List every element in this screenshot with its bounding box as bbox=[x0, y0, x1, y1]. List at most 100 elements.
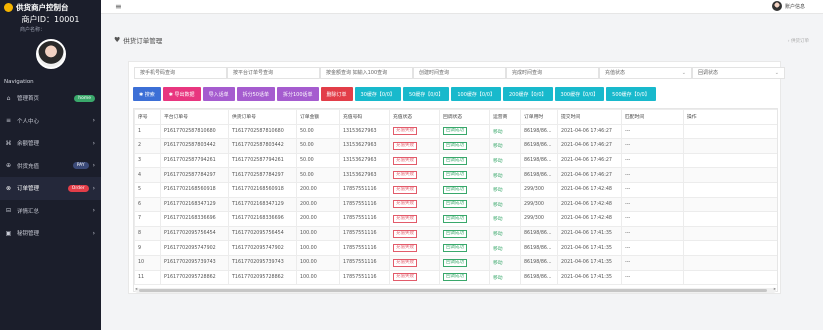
table-cell: --- bbox=[621, 196, 684, 213]
table-cell bbox=[683, 254, 777, 271]
scroll-right-icon[interactable]: ▸ bbox=[774, 287, 776, 292]
table-cell: 2021-04-06 17:41:35 bbox=[557, 254, 622, 271]
table-cell: 200.00 bbox=[296, 211, 340, 227]
table-cell: T1617702587810680 bbox=[228, 123, 297, 140]
table-cell bbox=[683, 211, 777, 227]
table-cell: 100.00 bbox=[296, 225, 340, 242]
avatar[interactable] bbox=[35, 39, 66, 69]
table-cell: 3 bbox=[134, 152, 161, 169]
sidebar-item-profile[interactable]: ≡ 个人中心 › bbox=[0, 110, 101, 133]
sidebar-item-home[interactable]: ⌂ 管理首页 home bbox=[0, 87, 101, 110]
table-cell: 2021-04-06 17:42:48 bbox=[557, 181, 622, 198]
create-time-input[interactable]: 创建时间查询 bbox=[413, 67, 506, 79]
page-header: ♥ 供货订单管理 › 供货订单 bbox=[101, 30, 823, 50]
table-row[interactable]: 9 P1617702095747902 T1617702095747902 100.0… bbox=[134, 240, 777, 256]
cache-30-button[interactable]: 30缓存【0/0】 bbox=[354, 87, 401, 101]
amount-input[interactable]: 按金额查询 如输入100查询 bbox=[320, 67, 413, 79]
table-row[interactable]: 2 P1617702587803442 T1617702587803442 50.00… bbox=[134, 138, 777, 154]
platform-order-input[interactable]: 按平台订单号查询 bbox=[227, 67, 320, 79]
table-row[interactable]: 10 P1617702095739743 T1617702095739743 100.… bbox=[134, 254, 777, 271]
table-cell: 充值失败 bbox=[389, 123, 440, 140]
orders-table-wrap: 序号 平台订单号 供货订单号 订单金额 充值号码 充值状态 回调状态 运营商 订单用时 提交时间匹… bbox=[133, 108, 778, 292]
table-cell: 2021-04-06 17:46:27 bbox=[557, 138, 622, 154]
table-cell: 86198/86... bbox=[520, 138, 558, 154]
table-cell: P1617702587784297 bbox=[160, 167, 229, 183]
cache-100-button[interactable]: 100缓存【0/0】 bbox=[451, 87, 501, 101]
table-cell: 回调成功 bbox=[439, 167, 490, 183]
split-50-button[interactable]: 拆分50话单 bbox=[236, 87, 275, 101]
recharge-status-badge: 充值失败 bbox=[393, 171, 417, 180]
wallet-icon: ⌘ bbox=[5, 139, 12, 147]
sidebar-item-recharge[interactable]: ⊕ 供货充值 PAY › bbox=[0, 155, 101, 178]
recharge-status-select[interactable]: 充值状态 ⌄ bbox=[599, 67, 692, 79]
import-button[interactable]: 导入话单 bbox=[202, 87, 235, 101]
table-cell: 100.00 bbox=[296, 240, 340, 256]
table-cell: 10 bbox=[134, 254, 161, 271]
chevron-right-icon: › bbox=[787, 39, 790, 44]
cache-200-button[interactable]: 200缓存【0/0】 bbox=[502, 87, 553, 101]
table-row[interactable]: 5 P1617702168560918 T1617702168560918 200.0… bbox=[134, 181, 777, 198]
table-cell: 11 bbox=[134, 269, 161, 286]
table-cell: 17857551116 bbox=[339, 181, 390, 198]
table-cell: --- bbox=[621, 123, 684, 140]
table-row[interactable]: 3 P1617702587794261 T1617702587794261 50.00… bbox=[134, 152, 777, 169]
callback-status-select[interactable]: 回调状态 ⌄ bbox=[692, 67, 785, 79]
table-row[interactable]: 7 P1617702168336696 T1617702168336696 200.0… bbox=[134, 211, 777, 227]
recharge-status-value: 充值状态 bbox=[605, 70, 626, 76]
finish-time-input[interactable]: 完成时间查询 bbox=[506, 67, 599, 79]
phone-search-input[interactable]: 按手机号码查询 bbox=[134, 67, 227, 79]
sidebar-item-label: 管理首页 bbox=[17, 96, 40, 103]
table-cell: 充值失败 bbox=[389, 225, 440, 242]
column-header: 订单金额 bbox=[296, 109, 340, 125]
table-cell: 移动 bbox=[489, 240, 521, 256]
table-cell: P1617702587803442 bbox=[160, 138, 229, 154]
sidebar-item-label: 订单管理 bbox=[17, 186, 40, 193]
sidebar-item-label: 个人中心 bbox=[17, 118, 40, 125]
sidebar-item-balance[interactable]: ⌘ 余额管理 › bbox=[0, 132, 101, 155]
table-row[interactable]: 11 P1617702095728862 T1617702095728862 100.… bbox=[134, 269, 777, 286]
table-cell: T1617702168347129 bbox=[228, 196, 297, 213]
split-100-button[interactable]: 拆分100话单 bbox=[276, 87, 319, 101]
table-cell: 50.00 bbox=[296, 138, 340, 154]
recharge-status-badge: 充值失败 bbox=[393, 258, 417, 267]
table-cell: 充值失败 bbox=[389, 211, 440, 227]
table-row[interactable]: 6 P1617702168347129 T1617702168347129 200.0… bbox=[134, 196, 777, 213]
chevron-right-icon: › bbox=[92, 207, 95, 215]
cache-500-button[interactable]: 500缓存【0/0】 bbox=[606, 87, 656, 101]
sidebar-item-summary[interactable]: ⊟ 详情汇总 › bbox=[0, 200, 101, 223]
scroll-left-icon[interactable]: ◂ bbox=[135, 287, 137, 292]
filter-bar: 按手机号码查询 按平台订单号查询 按金额查询 如输入100查询 创建时间查询 完… bbox=[134, 67, 785, 79]
user-menu[interactable]: 账户信息 bbox=[771, 1, 805, 11]
table-cell: 86198/86... bbox=[520, 123, 558, 140]
action-buttons: ✱ 搜索 ✱ 导出数据 导入话单 拆分50话单 拆分100话单 删除订单 30缓… bbox=[133, 87, 658, 101]
cache-300-button[interactable]: 300缓存【0/0】 bbox=[554, 87, 605, 101]
table-cell: 充值失败 bbox=[389, 181, 440, 198]
table-row[interactable]: 1 P1617702587810680 T1617702587810680 50.00… bbox=[134, 123, 777, 140]
table-row[interactable]: 8 P1617702095756454 T1617702095756454 100.0… bbox=[134, 225, 777, 242]
delete-order-button[interactable]: 删除订单 bbox=[320, 87, 353, 101]
callback-status-badge: 回调成功 bbox=[443, 141, 467, 150]
horizontal-scrollbar[interactable]: ◂ ▸ bbox=[135, 287, 776, 293]
home-icon: ⌂ bbox=[6, 94, 11, 102]
menu-icon[interactable]: ≡ bbox=[115, 2, 122, 11]
column-header: 充值号码 bbox=[339, 109, 390, 125]
table-cell: P1617702168347129 bbox=[160, 196, 229, 213]
user-avatar bbox=[771, 1, 782, 11]
table-cell: --- bbox=[621, 225, 684, 242]
sidebar-item-orders[interactable]: ⊗ 订单管理 Order › bbox=[0, 177, 101, 200]
sidebar-item-keys[interactable]: ▣ 秘钥管理 › bbox=[0, 222, 101, 245]
table-cell: 移动 bbox=[489, 211, 521, 227]
recharge-status-badge: 充值失败 bbox=[393, 127, 417, 136]
search-button[interactable]: ✱ 搜索 bbox=[133, 87, 161, 101]
table-cell: 回调成功 bbox=[439, 269, 490, 286]
user-icon: ≡ bbox=[5, 117, 12, 125]
scrollbar-thumb[interactable] bbox=[139, 289, 767, 292]
breadcrumb[interactable]: › 供货订单 bbox=[788, 38, 809, 44]
table-row[interactable]: 4 P1617702587784297 T1617702587784297 50.00… bbox=[134, 167, 777, 183]
column-header: 操作 bbox=[683, 109, 777, 125]
table-cell: 13153627963 bbox=[339, 167, 390, 183]
export-button[interactable]: ✱ 导出数据 bbox=[162, 87, 201, 101]
table-cell: 2021-04-06 17:41:35 bbox=[557, 225, 622, 242]
cache-50-button[interactable]: 50缓存【0/0】 bbox=[402, 87, 450, 101]
table-cell bbox=[683, 240, 777, 256]
